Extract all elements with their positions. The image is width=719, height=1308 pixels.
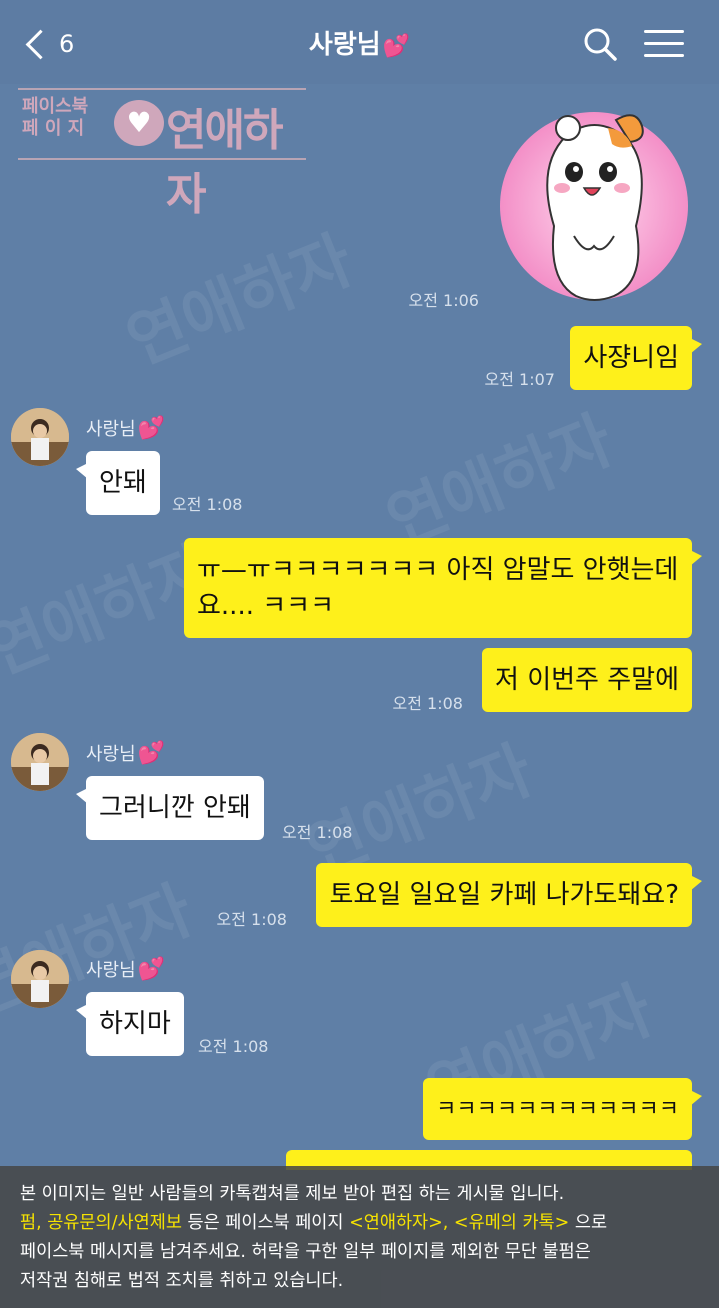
profile-photo-icon xyxy=(11,733,69,791)
chat-title-text: 사랑님 xyxy=(308,30,381,60)
heart-icon: ♥ xyxy=(114,100,164,146)
avatar[interactable] xyxy=(11,733,69,791)
hamster-sticker-icon xyxy=(500,112,688,301)
profile-photo-icon xyxy=(11,408,69,466)
chat-header: 6 사랑님💕 xyxy=(0,0,719,84)
watermark-text: 연애하자 xyxy=(376,403,624,560)
my-message-bubble[interactable]: ㅋㅋㅋㅋㅋㅋㅋㅋㅋㅋㅋㅋ xyxy=(423,1078,702,1140)
search-button[interactable] xyxy=(580,24,620,64)
message-time: 오전 1:06 xyxy=(408,291,479,310)
message-time: 오전 1:08 xyxy=(198,1037,269,1056)
sender-name: 사랑님💕 xyxy=(86,416,166,441)
message-time: 오전 1:08 xyxy=(172,495,243,514)
my-message-bubble[interactable]: 저 이번주 주말에 xyxy=(482,648,692,712)
their-message-bubble[interactable]: 안돼 xyxy=(76,451,160,515)
copyright-notice: 본 이미지는 일반 사람들의 카톡캡쳐를 제보 받아 편집 하는 게시물 입니다… xyxy=(0,1166,719,1308)
my-message-bubble[interactable]: ㅠ—ㅠㅋㅋㅋㅋㅋㅋㅋ 아직 암말도 안햇는데요.... ㅋㅋㅋ xyxy=(184,538,702,638)
heart-icon: 💕 xyxy=(382,34,411,59)
heart-icon: 💕 xyxy=(137,416,166,441)
avatar[interactable] xyxy=(11,408,69,466)
my-message-bubble[interactable]: 토요일 일요일 카페 나가도돼요? xyxy=(316,863,702,927)
message-time: 오전 1:08 xyxy=(282,823,353,842)
heart-icon: 💕 xyxy=(137,741,166,766)
notice-line: 페이스북 메시지를 남겨주세요. 허락을 구한 일부 페이지를 제외한 무단 불… xyxy=(20,1242,591,1262)
sender-name: 사랑님💕 xyxy=(86,957,166,982)
their-message-bubble[interactable]: 그러니깐 안돼 xyxy=(76,776,264,840)
profile-photo-icon xyxy=(11,950,69,1008)
my-message-bubble[interactable]: 사쟝니임 xyxy=(570,326,702,390)
sender-name: 사랑님💕 xyxy=(86,741,166,766)
message-time: 오전 1:08 xyxy=(216,910,287,929)
search-icon xyxy=(584,28,617,61)
menu-button[interactable] xyxy=(644,30,684,58)
message-time: 오전 1:08 xyxy=(392,694,463,713)
page-logo-label: 페이스북 페 이 지 xyxy=(22,96,89,139)
notice-line: 저작권 침해로 법적 조치를 취하고 있습니다. xyxy=(20,1271,344,1291)
their-message-bubble[interactable]: 하지마 xyxy=(76,992,184,1056)
page-logo-name: 연애하자 xyxy=(166,105,283,220)
notice-line: 본 이미지는 일반 사람들의 카톡캡쳐를 제보 받아 편집 하는 게시물 입니다… xyxy=(20,1184,565,1204)
message-time: 오전 1:07 xyxy=(484,370,555,389)
heart-icon: 💕 xyxy=(137,957,166,982)
page-logo: 페이스북 페 이 지 ♥ 연애하자 xyxy=(18,88,306,220)
menu-icon xyxy=(644,30,684,33)
hamster-emoticon[interactable] xyxy=(496,106,692,302)
avatar[interactable] xyxy=(11,950,69,1008)
watermark-text: 연애하자 xyxy=(116,223,364,380)
notice-line: 펌, 공유문의/사연제보 등은 페이스북 페이지 <연애하자>, <유메의 카톡… xyxy=(20,1213,608,1233)
